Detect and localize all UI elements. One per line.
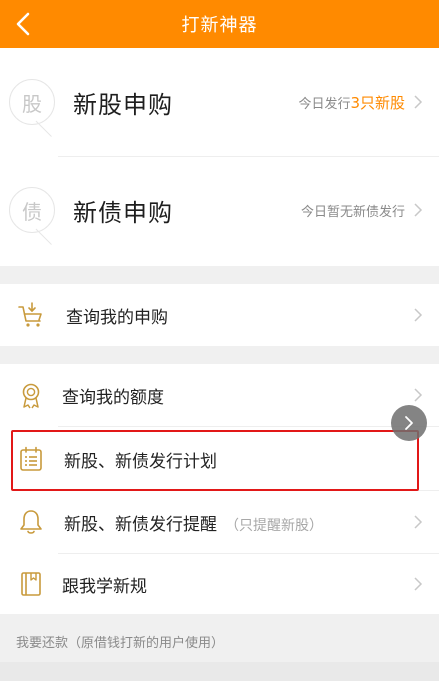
menu-item-label: 跟我学新规 [62,576,147,597]
stock-badge-icon: 股 [9,79,55,125]
bottom-strip [0,662,439,681]
stock-badge-text: 股 [22,91,42,116]
repay-link[interactable]: 我要还款（原借钱打新的用户使用） [16,632,224,651]
cart-download-icon [16,300,46,330]
new-stock-note: 今日发行3只新股 [298,92,405,113]
new-bond-label: 新债申购 [73,198,173,227]
menu-item-my-subscription[interactable]: 查询我的申购 [0,284,439,346]
bond-badge-text: 债 [22,199,42,224]
menu-item-issue-plan[interactable]: 新股、新债发行计划 [0,428,439,490]
award-medal-icon [16,380,46,410]
chevron-right-icon [414,388,423,402]
menu-item-label: 查询我的额度 [62,387,164,408]
chevron-right-icon [414,577,423,591]
menu-card-2: 查询我的额度 新股、新债发行计划 新股、新债发行提醒 （只提醒新股） 跟我学新规 [0,364,439,614]
divider [58,426,439,427]
reminder-label: 新股、新债发行提醒 [64,514,217,535]
chevron-right-icon [414,308,423,322]
menu-item-label: 查询我的申购 [66,307,168,328]
subscription-card: 股 新股申购 今日发行3只新股 债 新债申购 今日暂无新债发行 [0,48,439,266]
calendar-list-icon [16,444,46,474]
menu-item-label: 新股、新债发行提醒 （只提醒新股） [64,510,323,535]
back-button[interactable] [6,8,40,40]
chevron-right-icon [414,95,423,109]
bell-icon [16,507,46,537]
menu-card-1: 查询我的申购 [0,284,439,346]
reminder-sub-label: （只提醒新股） [225,517,323,534]
book-icon [16,569,46,599]
menu-item-label: 新股、新债发行计划 [64,451,217,472]
new-stock-note-prefix: 今日发行 [298,96,351,112]
new-bond-note: 今日暂无新债发行 [300,204,405,220]
bond-badge-icon: 债 [9,187,55,233]
chevron-right-icon [405,416,413,430]
new-bond-subscription-item[interactable]: 债 新债申购 今日暂无新债发行 [0,156,439,264]
new-stock-subscription-item[interactable]: 股 新股申购 今日发行3只新股 [0,48,439,156]
menu-item-learn-rules[interactable]: 跟我学新规 [0,553,439,615]
menu-item-my-quota[interactable]: 查询我的额度 [0,364,439,426]
chevron-right-icon [414,515,423,529]
page-title: 打新神器 [181,15,258,36]
chevron-left-icon [16,12,30,36]
menu-item-issue-reminder[interactable]: 新股、新债发行提醒 （只提醒新股） [0,491,439,553]
new-stock-label: 新股申购 [73,90,173,119]
app-header: 打新神器 [0,0,439,48]
new-stock-count: 3只新股 [350,93,405,112]
chevron-right-icon [414,203,423,217]
floating-next-button[interactable] [391,405,427,441]
